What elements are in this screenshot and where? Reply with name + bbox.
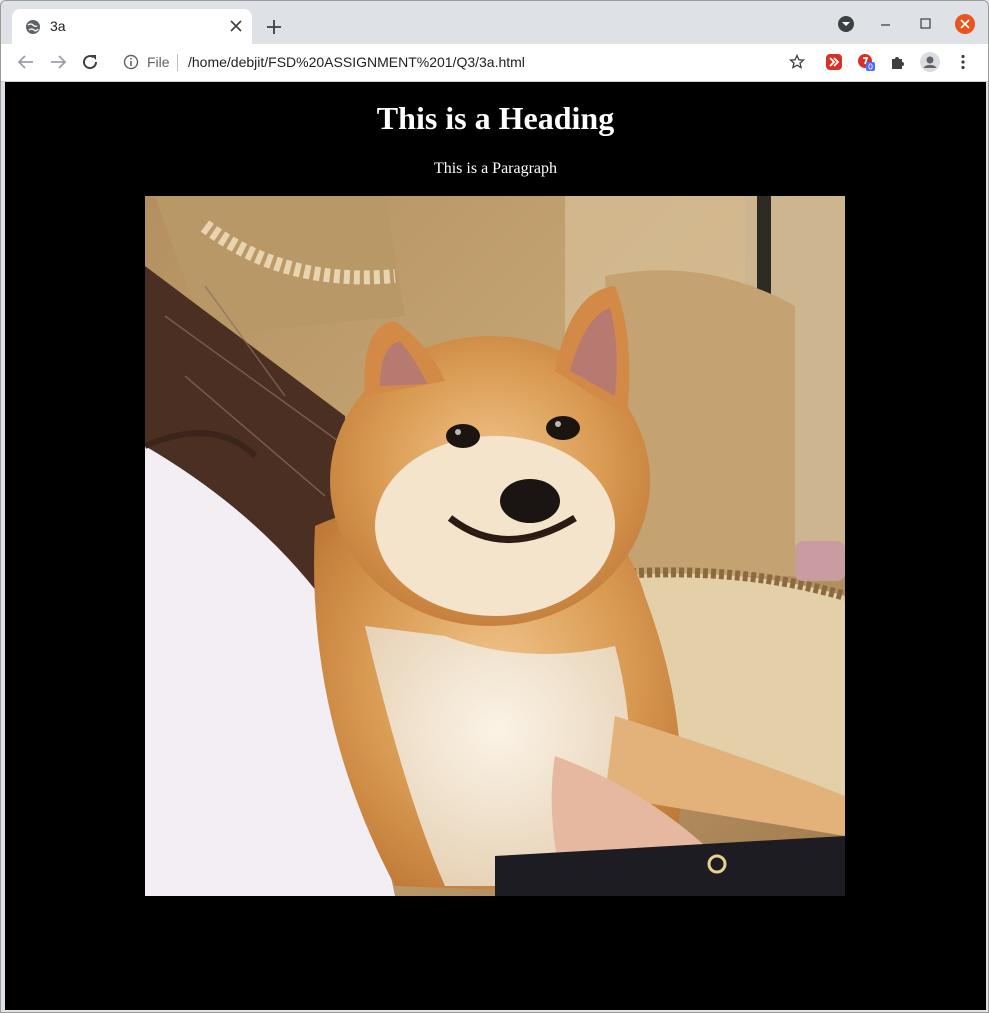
profile-avatar-icon[interactable] [919, 51, 941, 73]
page-paragraph: This is a Paragraph [433, 160, 558, 177]
reload-icon[interactable] [81, 53, 99, 71]
extension-badge-count: 0 [868, 63, 873, 72]
tab-title: 3a [50, 18, 66, 34]
extension-notification-icon[interactable]: 0 [857, 53, 875, 71]
page-viewport: This is a Heading This is a Paragraph [5, 82, 986, 1010]
kebab-menu-icon[interactable] [954, 53, 972, 71]
extension-red-arrow-icon[interactable] [825, 53, 843, 71]
maximize-icon[interactable] [915, 13, 937, 35]
file-scheme-label: File [147, 54, 170, 70]
page-heading: This is a Heading [376, 100, 615, 136]
tab-3a[interactable]: 3a [12, 9, 252, 44]
window-close-icon[interactable] [954, 13, 976, 35]
tab-close-icon[interactable] [230, 20, 242, 32]
bookmark-star-icon[interactable] [789, 54, 805, 70]
browser-toolbar: File /home/debjit/FSD%20ASSIGNMENT%201/Q… [1, 44, 988, 82]
new-tab-plus-icon[interactable] [266, 19, 282, 35]
browser-window: 3a File /home/debjit/FSD%20ASSIGNMENT%20… [0, 0, 989, 1013]
address-bar[interactable]: File /home/debjit/FSD%20ASSIGNMENT%201/Q… [113, 48, 813, 77]
extensions-puzzle-icon[interactable] [889, 53, 907, 71]
tab-strip: 3a [1, 1, 988, 44]
forward-arrow-icon[interactable] [49, 53, 67, 71]
globe-icon [26, 20, 40, 34]
info-icon[interactable] [123, 54, 139, 70]
minimize-icon[interactable] [875, 13, 897, 35]
url-text[interactable]: /home/debjit/FSD%20ASSIGNMENT%201/Q3/3a.… [188, 54, 525, 70]
omnibox-divider [177, 54, 178, 71]
shiba-dog-image [145, 196, 845, 896]
tab-search-icon[interactable] [835, 13, 857, 35]
back-arrow-icon[interactable] [17, 53, 35, 71]
